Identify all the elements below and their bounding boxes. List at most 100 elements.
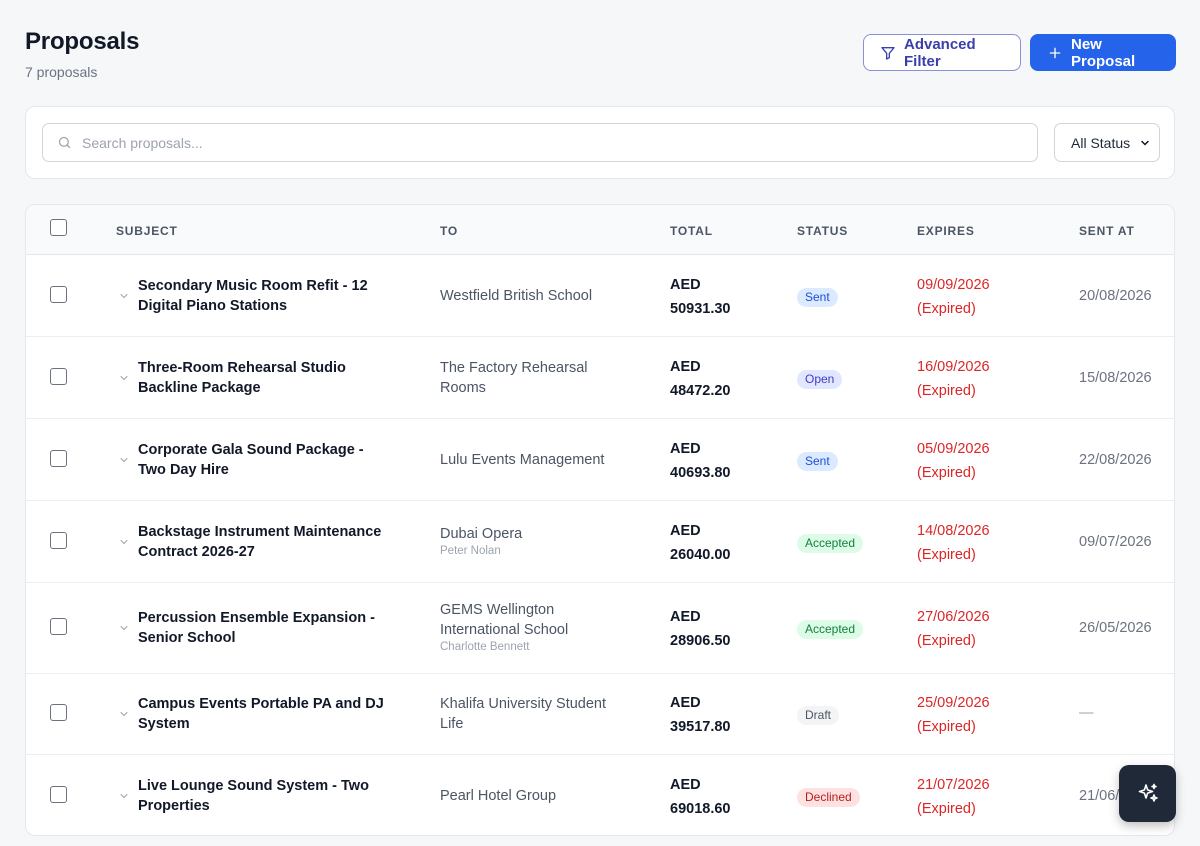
row-checkbox[interactable] <box>50 618 67 635</box>
expired-note: (Expired) <box>917 301 976 317</box>
row-total: AED 69018.60 <box>670 773 730 821</box>
column-header-expires[interactable]: EXPIRES <box>917 224 975 238</box>
row-checkbox[interactable] <box>50 286 67 303</box>
chevron-down-icon[interactable] <box>118 708 130 720</box>
row-sent-at: 15/08/2026 <box>1079 370 1152 386</box>
recipient-name: Westfield British School <box>440 288 593 304</box>
row-sent-at: 09/07/2026 <box>1079 534 1152 550</box>
row-total: AED 26040.00 <box>670 519 730 567</box>
column-header-subject[interactable]: SUBJECT <box>116 224 178 238</box>
row-expires: 27/06/2026 (Expired) <box>917 605 990 653</box>
row-total: AED 40693.80 <box>670 437 730 485</box>
recipient-contact: Peter Nolan <box>440 545 501 557</box>
chevron-down-icon[interactable] <box>118 372 130 384</box>
recipient-name: Dubai Opera <box>440 526 523 542</box>
row-recipient: GEMS Wellington International School Cha… <box>440 600 630 653</box>
row-subject[interactable]: Percussion Ensemble Expansion - Senior S… <box>138 608 388 648</box>
row-total: AED 50931.30 <box>670 273 730 321</box>
amount: 39517.80 <box>670 719 731 735</box>
row-sent-at: 26/05/2026 <box>1079 620 1152 636</box>
column-header-total[interactable]: TOTAL <box>670 224 713 238</box>
expired-note: (Expired) <box>917 383 976 399</box>
row-checkbox[interactable] <box>50 368 67 385</box>
amount: 48472.20 <box>670 383 731 399</box>
table-row[interactable]: Live Lounge Sound System - Two Propertie… <box>26 755 1174 835</box>
table-row[interactable]: Backstage Instrument Maintenance Contrac… <box>26 501 1174 583</box>
recipient-name: Pearl Hotel Group <box>440 788 557 804</box>
row-sent-at: 21/06/ <box>1079 788 1120 804</box>
proposals-table: SUBJECT TO TOTAL STATUS EXPIRES SENT AT … <box>25 204 1175 836</box>
recipient-name: The Factory Rehearsal Rooms <box>440 360 588 396</box>
row-recipient: Khalifa University Student Life <box>440 694 630 734</box>
table-row[interactable]: Three-Room Rehearsal Studio Backline Pac… <box>26 337 1174 419</box>
table-header: SUBJECT TO TOTAL STATUS EXPIRES SENT AT <box>26 205 1174 255</box>
row-sent-at: — <box>1079 705 1094 721</box>
status-badge: Declined <box>797 788 860 807</box>
table-row[interactable]: Corporate Gala Sound Package - Two Day H… <box>26 419 1174 501</box>
chevron-down-icon[interactable] <box>118 454 130 466</box>
recipient-name: GEMS Wellington International School <box>440 602 569 638</box>
search-box[interactable] <box>42 123 1038 162</box>
row-recipient: Lulu Events Management <box>440 450 630 470</box>
row-subject[interactable]: Backstage Instrument Maintenance Contrac… <box>138 522 388 562</box>
row-subject[interactable]: Secondary Music Room Refit - 12 Digital … <box>138 276 388 316</box>
row-total: AED 48472.20 <box>670 355 730 403</box>
expiry-date: 09/09/2026 <box>917 277 990 293</box>
row-subject[interactable]: Live Lounge Sound System - Two Propertie… <box>138 776 388 816</box>
status-filter-select[interactable]: All Status <box>1054 123 1160 162</box>
row-subject[interactable]: Campus Events Portable PA and DJ System <box>138 694 388 734</box>
search-card: All Status <box>25 106 1175 179</box>
column-header-sent-at[interactable]: SENT AT <box>1079 224 1135 238</box>
search-input[interactable] <box>82 134 964 151</box>
row-expires: 25/09/2026 (Expired) <box>917 691 990 739</box>
new-proposal-button[interactable]: New Proposal <box>1030 34 1176 71</box>
advanced-filter-label: Advanced Filter <box>904 35 976 70</box>
select-all-checkbox[interactable] <box>50 219 67 236</box>
row-subject[interactable]: Three-Room Rehearsal Studio Backline Pac… <box>138 358 388 398</box>
chevron-down-icon[interactable] <box>118 790 130 802</box>
advanced-filter-button[interactable]: Advanced Filter <box>863 34 1021 71</box>
row-expires: 05/09/2026 (Expired) <box>917 437 990 485</box>
row-expires: 16/09/2026 (Expired) <box>917 355 990 403</box>
status-badge: Sent <box>797 452 838 471</box>
ai-assistant-button[interactable] <box>1119 765 1176 822</box>
row-checkbox[interactable] <box>50 786 67 803</box>
amount: 69018.60 <box>670 801 731 817</box>
expired-note: (Expired) <box>917 633 976 649</box>
table-row[interactable]: Secondary Music Room Refit - 12 Digital … <box>26 255 1174 337</box>
table-row[interactable]: Percussion Ensemble Expansion - Senior S… <box>26 583 1174 674</box>
chevron-down-icon <box>1141 140 1149 145</box>
recipient-name: Lulu Events Management <box>440 452 605 468</box>
status-badge: Accepted <box>797 620 864 639</box>
row-expires: 21/07/2026 (Expired) <box>917 773 990 821</box>
expired-note: (Expired) <box>917 547 976 563</box>
expiry-date: 25/09/2026 <box>917 695 990 711</box>
filter-icon <box>881 46 895 60</box>
chevron-down-icon[interactable] <box>118 622 130 634</box>
column-header-status[interactable]: STATUS <box>797 224 848 238</box>
expiry-date: 16/09/2026 <box>917 359 990 375</box>
expired-note: (Expired) <box>917 465 976 481</box>
column-header-to[interactable]: TO <box>440 224 458 238</box>
currency: AED <box>670 277 701 293</box>
row-sent-at: 20/08/2026 <box>1079 288 1152 304</box>
recipient-name: Khalifa University Student Life <box>440 696 607 732</box>
search-icon <box>58 136 71 149</box>
table-row[interactable]: Campus Events Portable PA and DJ System … <box>26 674 1174 755</box>
row-total: AED 39517.80 <box>670 691 730 739</box>
row-checkbox[interactable] <box>50 450 67 467</box>
amount: 50931.30 <box>670 301 731 317</box>
row-checkbox[interactable] <box>50 532 67 549</box>
amount: 40693.80 <box>670 465 731 481</box>
chevron-down-icon[interactable] <box>118 536 130 548</box>
row-expires: 09/09/2026 (Expired) <box>917 273 990 321</box>
row-recipient: Pearl Hotel Group <box>440 786 630 806</box>
row-checkbox[interactable] <box>50 704 67 721</box>
chevron-down-icon[interactable] <box>118 290 130 302</box>
expiry-date: 21/07/2026 <box>917 777 990 793</box>
row-subject[interactable]: Corporate Gala Sound Package - Two Day H… <box>138 440 388 480</box>
currency: AED <box>670 777 701 793</box>
status-filter-value: All Status <box>1071 134 1131 151</box>
currency: AED <box>670 523 701 539</box>
status-badge: Sent <box>797 288 838 307</box>
